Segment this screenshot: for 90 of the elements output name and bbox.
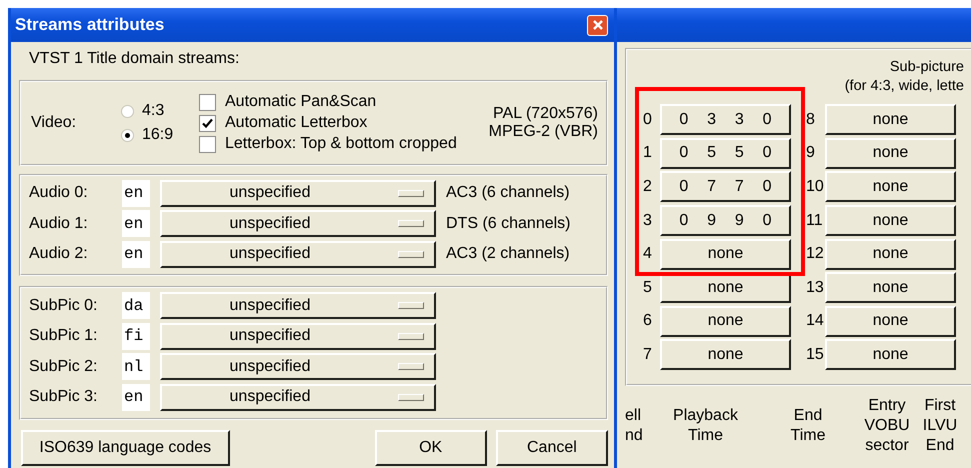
dropdown-handle-icon [398,394,424,401]
section-heading: VTST 1 Title domain streams: [28,49,240,69]
stream-label: SubPic 2: [29,358,98,376]
slot-index: 8 [805,110,816,129]
slot-index: 10 [805,178,825,196]
color-slot-button[interactable]: none [660,306,791,337]
radio-button[interactable] [121,128,134,142]
color-slot-button[interactable]: none [660,339,791,370]
stream-label: Audio 2: [29,245,89,264]
audio-format-text: AC3 (2 channels) [446,245,570,264]
dropdown-handle-icon [398,190,424,197]
color-slot-button[interactable]: 0 3 3 0 [660,104,791,136]
dropdown-handle-icon [398,220,424,228]
column-header: First ILVU End [922,396,958,456]
stream-label: SubPic 3: [29,388,98,406]
audio-format-text: DTS (6 channels) [446,214,570,233]
mode-dropdown[interactable]: unspecified [160,384,436,411]
slot-index: 2 [642,178,653,196]
checkbox-label: Automatic Pan&Scan [225,93,376,111]
column-header: ell nd [625,406,644,446]
slot-index: 9 [805,144,816,162]
language-field[interactable]: en [122,180,150,207]
color-slot-button[interactable]: 0 5 5 0 [660,138,791,169]
ok-button[interactable]: OK [374,430,487,466]
color-slot-button[interactable]: none [825,339,956,370]
radio-label: 16:9 [142,126,174,144]
stream-label: Audio 1: [29,214,89,233]
close-icon [592,19,604,31]
slot-index: 1 [642,144,653,162]
column-header: Playback Time [672,406,739,446]
checkbox-label: Automatic Letterbox [225,114,368,132]
stream-label: Audio 0: [29,184,89,202]
color-slot-button[interactable]: 0 9 9 0 [660,205,791,236]
column-header: Entry VOBU sector [863,396,911,456]
checkbox-label: Letterbox: Top & bottom cropped [225,135,457,153]
language-field[interactable]: en [122,384,150,411]
language-field[interactable]: da [122,292,150,320]
language-field[interactable]: nl [122,353,150,380]
dropdown-handle-icon [398,250,424,258]
slot-index: 12 [805,245,825,264]
dropdown-handle-icon [398,302,424,310]
language-field[interactable]: fi [122,322,150,350]
slot-index: 7 [642,346,653,364]
language-field[interactable]: en [122,210,150,238]
checkbox[interactable] [199,136,216,152]
color-slot-button[interactable]: 0 7 7 0 [660,171,791,202]
stream-label: SubPic 1: [29,327,98,346]
slot-index: 15 [805,346,825,364]
panel-heading: (for 4:3, wide, lette [844,77,964,96]
slot-index: 14 [805,312,825,330]
color-slot-button[interactable]: none [825,306,956,337]
stream-label: SubPic 0: [29,296,98,315]
color-slot-button[interactable]: none [825,171,956,202]
mode-dropdown[interactable]: unspecified [160,292,436,320]
dropdown-handle-icon [398,332,424,340]
check-icon [201,116,214,130]
color-slot-button[interactable]: none [825,104,956,136]
color-slot-button[interactable]: none [825,238,956,270]
close-button[interactable] [587,14,608,36]
video-format-text: MPEG-2 (VBR) [488,123,598,141]
mode-dropdown[interactable]: unspecified [160,353,436,380]
video-format-text: PAL (720x576) [493,105,598,123]
color-slot-button[interactable]: none [825,272,956,304]
slot-index: 0 [642,110,653,129]
color-slot-button[interactable]: none [825,205,956,236]
slot-index: 4 [642,245,653,264]
column-header: End Time [790,406,826,446]
mode-dropdown[interactable]: unspecified [160,210,436,238]
slot-index: 13 [805,278,825,297]
checkbox[interactable] [199,94,216,110]
mode-dropdown[interactable]: unspecified [160,240,436,268]
slot-index: 5 [642,278,653,297]
panel-heading: Sub-picture [890,58,964,77]
language-field[interactable]: en [122,240,150,268]
slot-index: 11 [805,212,824,230]
color-slot-button[interactable]: none [825,138,956,169]
slot-index: 3 [642,212,653,230]
audio-format-text: AC3 (6 channels) [446,184,570,202]
mode-dropdown[interactable]: unspecified [160,180,436,207]
window-title: Streams attributes [15,15,164,35]
codes-button[interactable]: ISO639 language codes [21,430,230,466]
dropdown-handle-icon [398,363,424,370]
cancel-button[interactable]: Cancel [496,430,608,466]
color-slot-button[interactable]: none [660,238,791,270]
slot-index: 6 [642,312,653,330]
radio-label: 4:3 [142,102,164,120]
video-label: Video: [31,114,78,132]
radio-button[interactable] [121,104,134,118]
mode-dropdown[interactable]: unspecified [160,322,436,350]
checkbox[interactable] [199,114,216,132]
